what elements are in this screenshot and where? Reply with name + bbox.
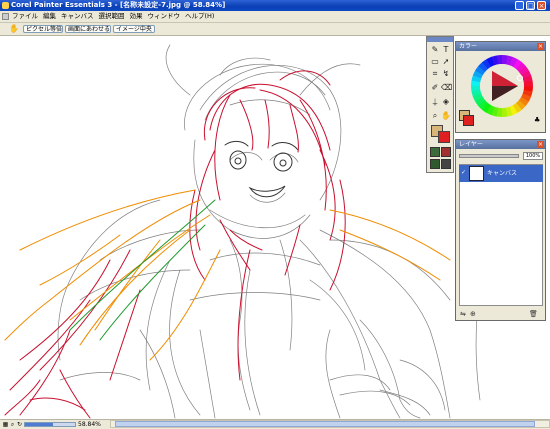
magnifier-icon[interactable]: ⌕ (430, 111, 440, 121)
actual-pixels-button[interactable]: ピクセル等倍 (23, 25, 63, 33)
nozzle-selector-icon[interactable] (441, 159, 451, 169)
window-title: Corel Painter Essentials 3 - [名称未設定-7.jp… (11, 1, 226, 9)
document-icon[interactable] (2, 13, 9, 20)
gradient-selector-icon[interactable] (441, 147, 451, 157)
menu-item[interactable]: 編集 (43, 11, 56, 22)
pen-icon[interactable]: ✐ (430, 83, 440, 93)
app-icon (2, 2, 9, 9)
layers-panel: レイヤー × 100% ✓ キャンバス ⇋ ⊕ 🗑 (455, 139, 546, 321)
face-lines (224, 140, 299, 198)
new-layer-icon[interactable]: ⊕ (470, 310, 476, 318)
maximize-button[interactable]: □ (526, 1, 535, 10)
color-wheel-graphic (471, 54, 533, 117)
layers-panel-close-button[interactable]: × (537, 141, 544, 148)
additional-color-chip[interactable] (438, 131, 450, 143)
hand-tool-icon[interactable]: ✋ (441, 111, 451, 121)
fit-to-screen-button[interactable]: 画面にあわせる (65, 25, 111, 33)
trash-icon[interactable]: 🗑 (529, 310, 538, 318)
color-panel-title[interactable]: カラー (456, 42, 545, 51)
layer-commands-icon[interactable]: ⇋ (460, 310, 466, 318)
menu-item[interactable]: ヘルプ(H) (185, 11, 214, 22)
toolbox-palette: ✎ T ▭ ➚ ⌗ ↯ ✐ ⌫ ⍊ ◈ ⌕ ✋ (426, 36, 454, 173)
menu-item[interactable]: ウィンドウ (148, 11, 181, 22)
magnifier-status-icon[interactable]: ⌕ (9, 421, 16, 428)
horizontal-scrollbar[interactable] (110, 420, 550, 428)
pattern-selector-icon[interactable] (430, 159, 440, 169)
visibility-eye-icon[interactable]: ✓ (461, 170, 467, 176)
menu-item[interactable]: 選択範囲 (99, 11, 125, 22)
dropper-icon[interactable]: ⍊ (430, 97, 440, 107)
minimize-button[interactable]: _ (515, 1, 524, 10)
rect-select-icon[interactable]: ▭ (430, 57, 440, 67)
scrollbar-thumb[interactable] (115, 421, 535, 427)
brush-icon[interactable]: ✎ (430, 45, 440, 55)
layers-panel-title[interactable]: レイヤー (456, 140, 545, 149)
close-button[interactable]: × (537, 1, 546, 10)
color-wheel[interactable] (470, 54, 534, 118)
layer-row-canvas[interactable]: ✓ キャンバス (459, 165, 543, 182)
layer-list (459, 164, 543, 306)
eraser-icon[interactable]: ⌫ (441, 83, 452, 93)
layer-thumbnail (469, 166, 484, 181)
opacity-slider[interactable] (459, 154, 519, 158)
grid-toggle-icon[interactable]: ▦ (2, 421, 9, 428)
panel-additional-color-chip[interactable] (463, 115, 474, 126)
menu-items: ファイル 編集 キャンバス 選択範囲 効果 ウィンドウ ヘルプ(H) (12, 11, 219, 22)
menu-item[interactable]: キャンバス (61, 11, 94, 22)
menu-item[interactable]: ファイル (12, 11, 38, 22)
crop-icon[interactable]: ⌗ (430, 69, 440, 79)
orange-hair-strokes (4, 189, 451, 361)
hand-icon[interactable]: ✋ (9, 25, 19, 33)
layer-opacity-control: 100% (459, 152, 543, 160)
center-image-button[interactable]: イメージ中央 (113, 25, 155, 33)
color-panel: カラー × ♣ (455, 41, 546, 133)
menu-item[interactable]: 効果 (130, 11, 143, 22)
red-hair-strokes (4, 70, 346, 419)
color-panel-close-button[interactable]: × (537, 43, 544, 50)
menubar: ファイル編集キャンバス選択範囲効果ウィンドウヘルプ(H) _ ▫ × (0, 11, 550, 31)
rotate-icon[interactable]: ↻ (16, 421, 23, 428)
property-bar: ✋ ピクセル等倍 画面にあわせる イメージ中央 (0, 23, 550, 36)
color-info-icon[interactable]: ♣ (534, 116, 540, 124)
paper-selector-icon[interactable] (430, 147, 440, 157)
paint-bucket-icon[interactable]: ◈ (441, 97, 451, 107)
window-titlebar[interactable]: Corel Painter Essentials 3 - [名称未設定-7.jp… (0, 0, 550, 11)
zoom-slider[interactable] (24, 422, 76, 427)
transform-icon[interactable]: ↯ (441, 69, 451, 79)
zoom-slider-fill (25, 423, 53, 426)
layer-name: キャンバス (487, 170, 518, 177)
toolbox-titlebar[interactable] (427, 37, 453, 42)
text-icon[interactable]: T (441, 45, 451, 55)
lasso-icon[interactable]: ➚ (441, 57, 451, 67)
opacity-value[interactable]: 100% (523, 152, 543, 160)
zoom-level: 58.84% (78, 421, 101, 428)
